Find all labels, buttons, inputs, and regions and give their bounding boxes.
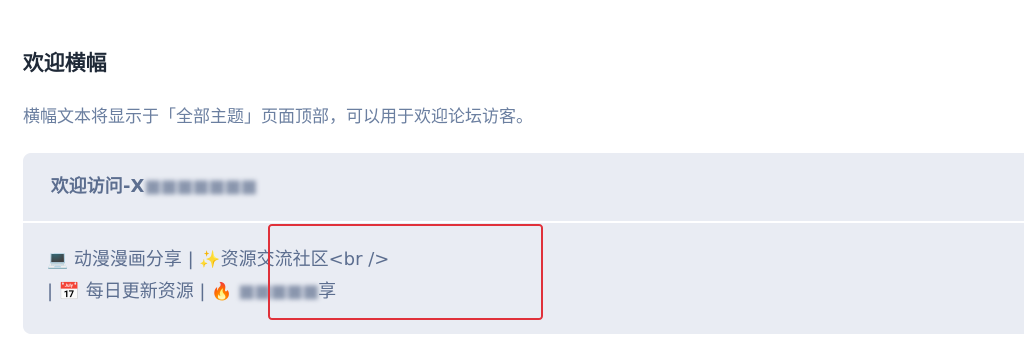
calendar-icon: 📅: [58, 282, 80, 302]
fire-icon: 🔥: [211, 282, 233, 302]
section-title: 欢迎横幅: [23, 51, 107, 75]
laptop-icon: 💻: [47, 250, 69, 270]
body-text: |: [47, 281, 59, 302]
highlight-annotation: [268, 224, 543, 320]
welcome-banner-settings: 欢迎横幅 横幅文本将显示于「全部主题」页面顶部，可以用于欢迎论坛访客。 欢迎访问…: [0, 0, 1024, 364]
body-text: 动漫漫画分享 |: [68, 249, 200, 270]
section-description: 横幅文本将显示于「全部主题」页面顶部，可以用于欢迎论坛访客。: [23, 107, 533, 127]
sparkles-icon: ✨: [199, 250, 221, 270]
redacted-text: ■■■■■■■: [144, 176, 257, 197]
banner-title-input[interactable]: 欢迎访问-X■■■■■■■: [23, 153, 1024, 221]
body-text: 每日更新资源 |: [79, 281, 212, 302]
banner-title-text: 欢迎访问-X: [51, 176, 145, 197]
